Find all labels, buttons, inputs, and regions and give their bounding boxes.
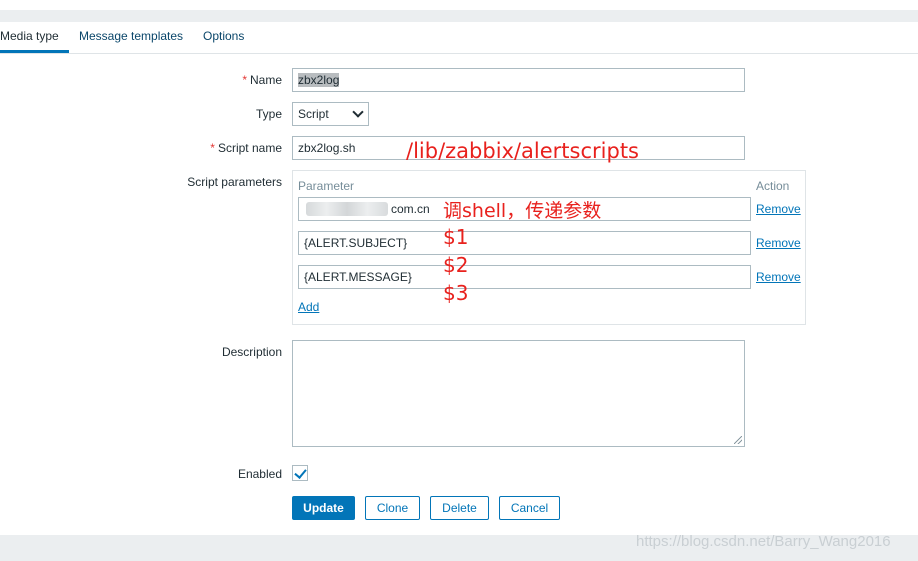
description-label: Description [221, 345, 282, 359]
annotation-param-1: $1 [443, 225, 469, 249]
tab-message-templates[interactable]: Message templates [79, 22, 183, 53]
description-textarea[interactable] [292, 340, 745, 447]
tab-bar: Media type Message templates Options [0, 22, 918, 54]
script-name-label: * Script name [210, 141, 282, 155]
enabled-checkbox[interactable] [292, 465, 308, 481]
update-button[interactable]: Update [292, 496, 355, 520]
checkmark-icon [294, 466, 307, 479]
chevron-down-icon [352, 106, 364, 118]
watermark-text: https://blog.csdn.net/Barry_Wang2016 [636, 533, 891, 550]
add-param-button[interactable]: Add [298, 300, 319, 314]
type-label: Type [255, 107, 282, 121]
type-select-value: Script [298, 107, 329, 121]
annotation-shell-note: 调shell，传递参数 [443, 200, 602, 222]
params-header-action: Action [756, 179, 790, 193]
annotation-param-2: $2 [443, 253, 469, 277]
tab-options[interactable]: Options [203, 22, 244, 53]
required-mark: * [210, 141, 215, 155]
type-select[interactable]: Script [292, 102, 369, 126]
cancel-button[interactable]: Cancel [499, 496, 560, 520]
required-mark: * [242, 73, 247, 87]
param-input-2[interactable]: {ALERT.SUBJECT} [298, 231, 751, 255]
annotation-path: /lib/zabbix/alertscripts [406, 139, 639, 163]
enabled-label: Enabled [237, 467, 282, 481]
name-label: * Name [242, 73, 282, 87]
remove-param-3-button[interactable]: Remove [756, 270, 801, 284]
tab-media-type[interactable]: Media type [0, 22, 69, 53]
resize-handle-icon[interactable] [734, 436, 742, 444]
name-field[interactable]: zbx2log [292, 68, 745, 92]
annotation-param-3: $3 [443, 281, 469, 305]
top-spacer [0, 0, 918, 10]
delete-button[interactable]: Delete [430, 496, 489, 520]
redacted-text [306, 202, 388, 216]
clone-button[interactable]: Clone [365, 496, 420, 520]
remove-param-1-button[interactable]: Remove [756, 202, 801, 216]
name-value: zbx2log [298, 73, 340, 87]
header-band [0, 10, 918, 22]
params-header-parameter: Parameter [298, 179, 355, 193]
script-params-label: Script parameters [187, 175, 282, 189]
remove-param-2-button[interactable]: Remove [756, 236, 801, 250]
param-input-3[interactable]: {ALERT.MESSAGE} [298, 265, 751, 289]
